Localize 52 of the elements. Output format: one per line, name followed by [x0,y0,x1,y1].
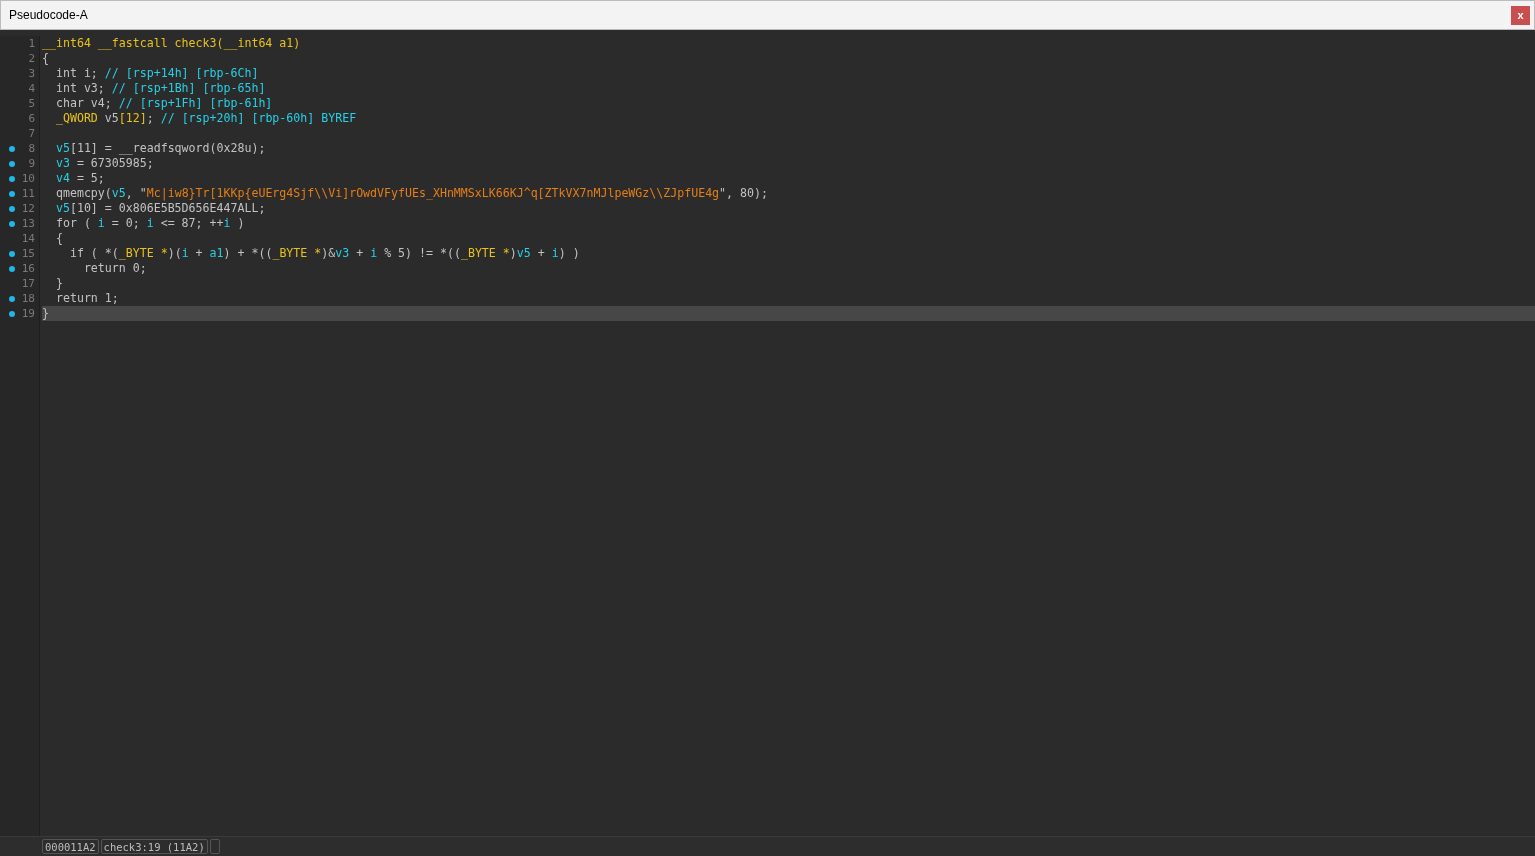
code-line: int i; // [rsp+14h] [rbp-6Ch] [54,66,259,81]
breakpoint-dot-icon[interactable] [9,191,15,197]
breakpoint-dot-icon[interactable] [9,251,15,257]
breakpoint-dot-icon[interactable] [9,221,15,227]
code-line: { [42,51,49,66]
line-number: 7 [28,127,35,140]
code-line: char v4; // [rsp+1Fh] [rbp-61h] [54,96,273,111]
code-line: v5[11] = __readfsqword(0x28u); [54,141,266,156]
code-line: if ( *(_BYTE *)(i + a1) + *((_BYTE *)&v3 + i % 5) != *((_BYTE *)v5 + i) ) [68,246,580,261]
breakpoint-dot-icon[interactable] [9,296,15,302]
code-line: } [54,276,63,291]
code-line: int v3; // [rsp+1Bh] [rbp-65h] [54,81,266,96]
line-number: 1 [28,37,35,50]
location-field: check3:19 (11A2) [100,839,208,854]
code-line: v3 = 67305985; [54,156,154,171]
breakpoint-dot-icon[interactable] [9,311,15,317]
breakpoint-dot-icon[interactable] [9,161,15,167]
line-number: 15 [21,247,35,260]
line-number: 2 [28,52,35,65]
line-number: 8 [28,142,35,155]
line-number: 3 [28,67,35,80]
line-number: 18 [21,292,35,305]
line-number: 11 [21,187,35,200]
code-line: __int64 __fastcall check3(__int64 a1) [42,36,301,51]
code-line: return 1; [54,291,119,306]
code-line: v4 = 5; [54,171,105,186]
code-line: _QWORD v5[12]; // [rsp+20h] [rbp-60h] BYREF [54,111,357,126]
status-field [209,839,220,854]
code-line: v5[10] = 0x806E5B5D656E447ALL; [54,201,266,216]
line-number: 10 [21,172,35,185]
line-number: 12 [21,202,35,215]
code-line: return 0; [82,261,147,276]
line-number: 17 [21,277,35,290]
line-number: 5 [28,97,35,110]
breakpoint-dot-icon[interactable] [9,266,15,272]
line-number: 4 [28,82,35,95]
line-number: 9 [28,157,35,170]
address-field: 000011A2 [42,839,99,854]
code-line: { [54,231,63,246]
line-number: 16 [21,262,35,275]
breakpoint-dot-icon[interactable] [9,176,15,182]
window-title: Pseudocode-A [9,8,88,22]
close-button[interactable]: x [1511,5,1530,25]
line-number: 6 [28,112,35,125]
line-number: 14 [21,232,35,245]
code-line: for ( i = 0; i <= 87; ++i ) [54,216,245,231]
code-line: } [42,306,49,321]
breakpoint-dot-icon[interactable] [9,206,15,212]
breakpoint-dot-icon[interactable] [9,146,15,152]
line-number: 19 [21,307,35,320]
line-number: 13 [21,217,35,230]
code-line: qmemcpy(v5, "Mc|iw8}Tr[1KKp{eUErg4Sjf\\Vi]rOwdVFyfUEs_XHnMMSxLK66KJ^q[ZTkVX7nMJlpeWGz\\ZJpfUE4g", 80); [54,186,768,201]
